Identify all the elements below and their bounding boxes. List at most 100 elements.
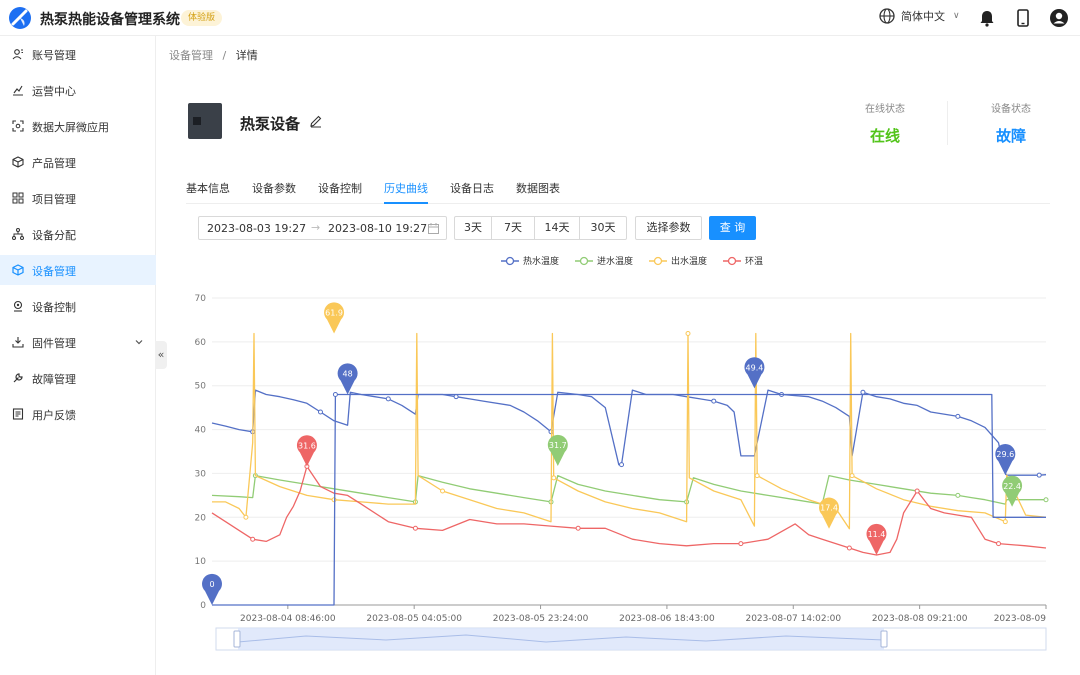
range-7d-button[interactable]: 7天 [491, 216, 535, 240]
edit-icon[interactable] [309, 114, 323, 128]
query-button[interactable]: 查 询 [709, 216, 756, 240]
device-image [188, 103, 222, 139]
series-point [849, 473, 855, 479]
series-point [619, 462, 625, 468]
start-date[interactable]: 2023-08-03 19:27 [207, 222, 306, 235]
sidebar-item-feedback[interactable]: 用户反馈 [0, 399, 156, 429]
pin-label: 31.6 [298, 441, 316, 450]
sidebar-item-operations[interactable]: 运营中心 [0, 75, 156, 105]
pin-marker: 29.6 [995, 444, 1016, 476]
sidebar-item-label: 运营中心 [32, 85, 76, 98]
pin-label: 49.4 [746, 363, 764, 372]
y-tick-label: 50 [195, 382, 207, 392]
location-icon [13, 300, 23, 312]
tab-data-chart[interactable]: 数据图表 [516, 180, 560, 204]
series-point [685, 331, 691, 337]
sidebar-item-label: 数据大屏微应用 [32, 121, 109, 134]
series-point [955, 492, 961, 498]
series-point [955, 413, 961, 419]
pin-shape [819, 497, 840, 529]
language-switcher[interactable]: 简体中文 ∨ [879, 8, 960, 24]
range-3d-button[interactable]: 3天 [454, 216, 492, 240]
trial-badge: 体验版 [181, 10, 223, 26]
sidebar-item-projects[interactable]: 项目管理 [0, 183, 156, 213]
device-name: 热泵设备 [240, 115, 301, 133]
pin-marker: 11.4 [866, 523, 887, 556]
online-status-value: 在线 [869, 127, 900, 145]
sidebar-item-firmware[interactable]: 固件管理 [0, 327, 156, 357]
tab-basic-info[interactable]: 基本信息 [186, 180, 230, 204]
app-logo-icon [9, 7, 31, 29]
range-arrow-icon: → [311, 221, 321, 234]
end-date[interactable]: 2023-08-10 19:27 [328, 222, 427, 235]
user-avatar-icon[interactable] [1049, 8, 1069, 28]
y-tick-label: 0 [200, 601, 206, 611]
pin-shape [337, 363, 358, 395]
pin-shape [744, 357, 765, 389]
cube-icon [12, 264, 24, 276]
download-icon [12, 337, 24, 348]
tab-device-log[interactable]: 设备日志 [450, 180, 494, 204]
legend-label: 进水温度 [597, 255, 633, 267]
data-zoom-handle-right [880, 630, 888, 648]
tab-history-curve[interactable]: 历史曲线 [384, 180, 428, 204]
range-14d-button[interactable]: 14天 [534, 216, 580, 240]
sidebar-item-faults[interactable]: 故障管理 [0, 363, 156, 393]
breadcrumb-parent[interactable]: 设备管理 [169, 49, 213, 62]
pin-shape [866, 523, 887, 556]
breadcrumb: 设备管理 / 详情 [169, 47, 258, 63]
series-point [385, 396, 391, 402]
device-status-label: 设备状态 [991, 104, 1031, 115]
sidebar-item-label: 固件管理 [32, 337, 76, 350]
sidebar-collapse-button[interactable]: « [155, 341, 167, 369]
hierarchy-icon [12, 228, 24, 240]
sidebar-item-allocation[interactable]: 设备分配 [0, 219, 156, 249]
x-tick-label: 2023-08-08 09:21:00 [872, 614, 968, 624]
calendar-icon [428, 223, 439, 234]
sidebar-item-devices[interactable]: 设备管理 [0, 255, 156, 285]
y-tick-label: 70 [195, 294, 207, 304]
pin-marker: 31.6 [296, 435, 317, 467]
series-point [1043, 497, 1049, 503]
sidebar-item-account[interactable]: 账号管理 [0, 39, 156, 69]
data-zoom-handle-left [233, 630, 241, 648]
series-point [440, 488, 446, 494]
pin-label: 61.9 [325, 309, 343, 318]
grid-icon [12, 192, 24, 204]
series-point [317, 409, 323, 415]
legend-label: 出水温度 [671, 255, 707, 267]
series-line-出水温度 [212, 332, 1047, 530]
legend-label: 热水温度 [523, 255, 559, 267]
series-point [243, 514, 249, 520]
mobile-icon[interactable] [1013, 8, 1033, 28]
breadcrumb-current: 详情 [235, 49, 258, 62]
tab-device-params[interactable]: 设备参数 [252, 180, 296, 204]
y-tick-label: 10 [195, 557, 207, 567]
select-params-button[interactable]: 选择参数 [635, 216, 702, 240]
sidebar-item-products[interactable]: 产品管理 [0, 147, 156, 177]
breadcrumb-separator: / [222, 49, 227, 62]
history-chart: 0 10 20 30 40 50 60 70 2023-08-04 08:46:00 2023-0… [186, 250, 1056, 660]
tab-device-control[interactable]: 设备控制 [318, 180, 362, 204]
bell-icon[interactable] [977, 8, 997, 28]
x-tick-label: 2023-08-05 23:24:00 [493, 614, 589, 624]
series-point [332, 391, 338, 397]
pin-marker: 49.4 [744, 357, 765, 389]
pin-label: 0 [209, 580, 214, 589]
sidebar: 账号管理 运营中心 数据大屏微应用 产品管理 项目管理 设备分配 设备管理 设备… [0, 36, 156, 675]
top-bar: 热泵热能设备管理系统 体验版 简体中文 ∨ [0, 0, 1080, 36]
date-range-picker[interactable]: 2023-08-03 19:27 → 2023-08-10 19:27 [198, 216, 447, 240]
series-point [250, 536, 256, 542]
sidebar-item-label: 账号管理 [32, 49, 76, 62]
x-tick-label: 2023-08-06 18:43:00 [619, 614, 715, 624]
pin-label: 31.7 [549, 441, 567, 450]
chart-line-icon [13, 85, 23, 96]
pin-label: 11.4 [868, 530, 886, 539]
series-point [996, 541, 1002, 547]
legend-label: 环温 [745, 256, 763, 267]
sidebar-item-bigscreen[interactable]: 数据大屏微应用 [0, 111, 156, 141]
sidebar-item-label: 设备分配 [32, 229, 76, 242]
sidebar-item-control[interactable]: 设备控制 [0, 291, 156, 321]
screen-scan-icon [12, 120, 24, 132]
range-30d-button[interactable]: 30天 [579, 216, 627, 240]
